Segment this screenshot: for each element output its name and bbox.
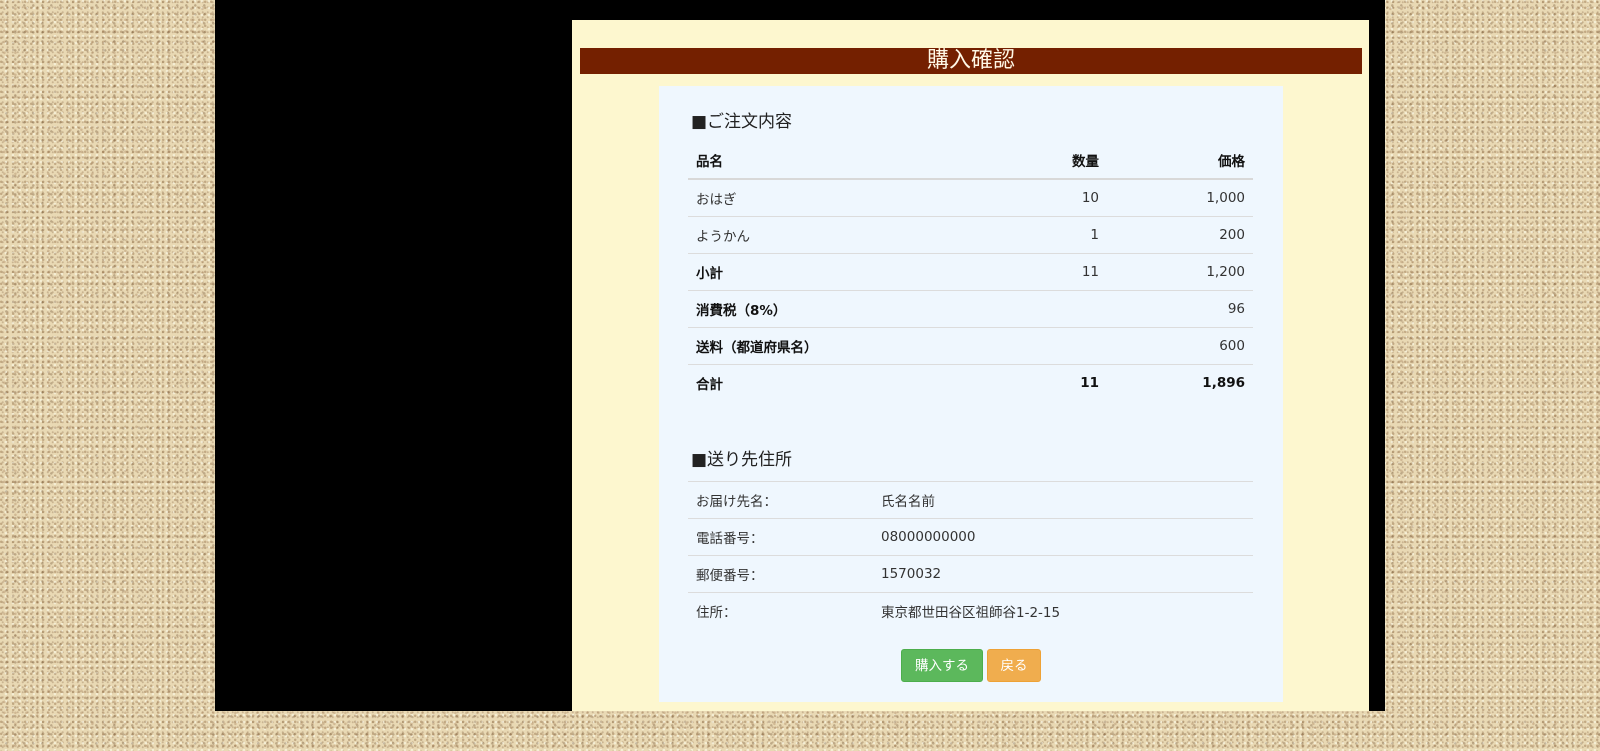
total-row: 合計 11 1,896 bbox=[688, 364, 1253, 401]
item-price: 1,000 bbox=[1206, 190, 1245, 206]
phone-label: 電話番号： bbox=[688, 518, 873, 556]
item-name: おはぎ bbox=[696, 192, 737, 208]
tax-price: 96 bbox=[1107, 290, 1253, 328]
postal-code-value: 1570032 bbox=[873, 555, 1253, 593]
item-name: ようかん bbox=[688, 216, 961, 254]
tax-row: 消費税（8%） 96 bbox=[688, 290, 1253, 328]
order-table: 品名 数量 価格 おはぎ 10 1,000 ようかん 1 200 小計 11 1… bbox=[688, 142, 1253, 401]
shipping-row: 送料（都道府県名） 600 bbox=[688, 327, 1253, 365]
shipping-price: 600 bbox=[1107, 327, 1253, 365]
item-qty: 1 bbox=[961, 216, 1107, 254]
table-row: おはぎ 10 1,000 bbox=[688, 179, 1253, 217]
tax-qty bbox=[961, 290, 1107, 328]
total-label: 合計 bbox=[688, 364, 961, 401]
address-row: 住所： 東京都世田谷区祖師谷1-2-15 bbox=[688, 592, 1253, 629]
phone-value: 08000000000 bbox=[873, 518, 1253, 556]
address-row: お届け先名： 氏名名前 bbox=[688, 481, 1253, 519]
item-qty: 10 bbox=[1081, 190, 1099, 206]
purchase-button[interactable]: 購入する bbox=[901, 649, 983, 682]
address-row: 郵便番号： 1570032 bbox=[688, 555, 1253, 593]
item-price: 200 bbox=[1107, 216, 1253, 254]
address-section-heading: ■送り先住所 bbox=[691, 450, 793, 470]
street-address-label: 住所： bbox=[688, 592, 873, 629]
subtotal-row: 小計 11 1,200 bbox=[688, 253, 1253, 291]
street-address-value: 東京都世田谷区祖師谷1-2-15 bbox=[873, 592, 1253, 629]
subtotal-price: 1,200 bbox=[1107, 253, 1253, 291]
address-row: 電話番号： 08000000000 bbox=[688, 518, 1253, 556]
recipient-value: 氏名名前 bbox=[873, 481, 1253, 519]
subtotal-label: 小計 bbox=[688, 253, 961, 291]
column-header-name: 品名 bbox=[688, 142, 961, 180]
total-price: 1,896 bbox=[1107, 364, 1253, 401]
table-header-row: 品名 数量 価格 bbox=[688, 142, 1253, 180]
table-row: ようかん 1 200 bbox=[688, 216, 1253, 254]
column-header-qty: 数量 bbox=[961, 142, 1107, 180]
shipping-label: 送料（都道府県名） bbox=[688, 327, 961, 365]
postal-code-label: 郵便番号： bbox=[688, 555, 873, 593]
back-button[interactable]: 戻る bbox=[987, 649, 1041, 682]
subtotal-qty: 11 bbox=[961, 253, 1107, 291]
column-header-price: 価格 bbox=[1107, 142, 1253, 180]
order-section-heading: ■ご注文内容 bbox=[691, 112, 793, 132]
tax-label: 消費税（8%） bbox=[688, 290, 961, 328]
page-title: 購入確認 bbox=[580, 48, 1362, 74]
shipping-qty bbox=[961, 327, 1107, 365]
recipient-label: お届け先名： bbox=[688, 481, 873, 519]
total-qty: 11 bbox=[961, 364, 1107, 401]
address-table: お届け先名： 氏名名前 電話番号： 08000000000 郵便番号： 1570… bbox=[688, 481, 1253, 629]
